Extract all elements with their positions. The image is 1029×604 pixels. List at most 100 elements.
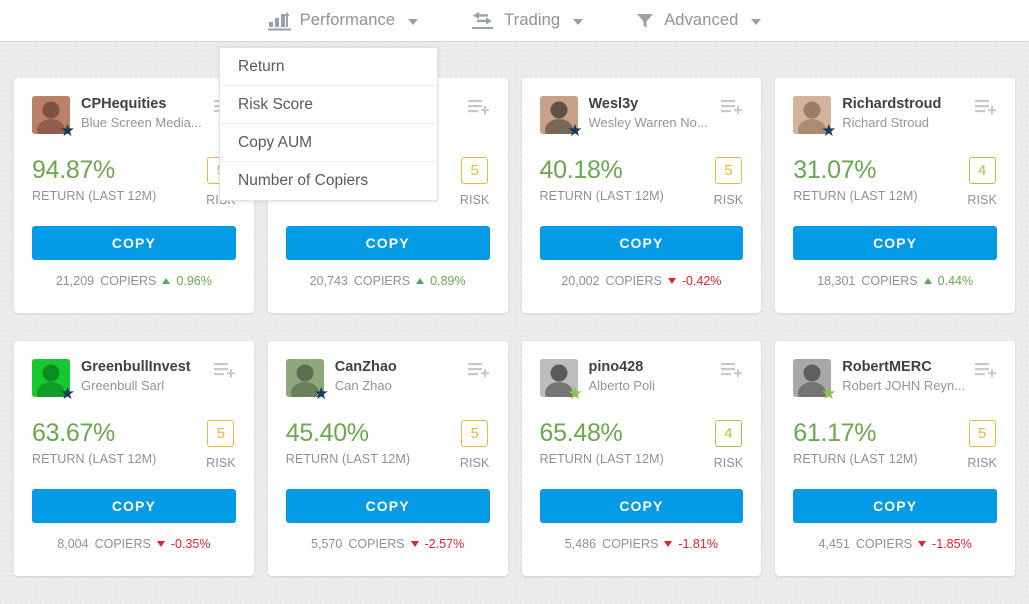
card-header: ★ CanZhao Can Zhao [285,359,490,402]
performance-dropdown-menu: Return Risk Score Copy AUM Number of Cop… [219,47,438,201]
trader-username: CPHequities [81,96,167,112]
avatar[interactable]: ★ [32,359,75,402]
trader-card[interactable]: ★ CanZhao Can Zhao 45.40% RETURN (LAST 1… [267,341,508,576]
trend-up-icon [923,278,932,284]
risk-score-badge: 5 [461,157,489,184]
change-percent: -1.81% [678,537,718,551]
change-percent: 0.44% [937,274,974,288]
list-plus-icon[interactable] [467,98,490,120]
copy-button[interactable]: COPY [32,226,236,260]
trader-username: Richardstroud [842,96,942,112]
menu-item-risk-score[interactable]: Risk Score [220,86,437,124]
trend-down-icon [664,541,673,547]
card-stats: 65.48% RETURN (LAST 12M) 4 RISK [540,419,744,470]
risk-block: 5 RISK [460,156,490,207]
copiers-label: COPIERS [855,537,913,551]
trend-up-icon [162,278,171,284]
trader-username: Wesl3y [588,96,639,112]
card-names: Richardstroud Richard Stroud [842,96,971,131]
copy-button[interactable]: COPY [793,226,997,260]
avatar[interactable]: ★ [793,96,836,139]
list-plus-icon[interactable] [721,361,743,383]
copy-button[interactable]: COPY [285,226,490,260]
filter-trading-label: Trading [504,11,561,29]
trader-username: CanZhao [334,359,397,375]
trader-realname: Robert JOHN Reyn... [842,378,966,393]
copy-button[interactable]: COPY [539,226,744,260]
risk-block: 5 RISK [460,419,490,470]
trader-card[interactable]: ★ Richardstroud Richard Stroud 31.07% RE… [775,78,1015,313]
filter-advanced[interactable]: Advanced [609,0,787,42]
risk-score-badge: 4 [714,420,742,447]
list-plus-icon[interactable] [975,361,997,383]
trader-realname: Wesley Warren No... [588,115,708,130]
copy-button[interactable]: COPY [793,489,997,523]
trader-card[interactable]: ★ pino428 Alberto Poli 65.48% RETURN (LA… [521,341,762,576]
filter-performance-label: Performance [299,11,396,29]
menu-item-copy-aum[interactable]: Copy AUM [220,124,437,162]
risk-label: RISK [459,193,490,207]
trader-realname: Can Zhao [334,378,392,393]
trader-realname: Richard Stroud [842,115,929,130]
trader-card-wrapper: ★ Wesl3y Wesley Warren No... 40.18% RETU… [515,78,769,313]
card-names: RobertMERC Robert JOHN Reyn... [842,359,971,394]
trader-card[interactable]: ★ RobertMERC Robert JOHN Reyn... 61.17% … [775,341,1015,576]
list-plus-icon[interactable] [467,361,490,383]
avatar[interactable]: ★ [285,359,329,402]
risk-block: 4 RISK [967,156,997,207]
trader-realname: Greenbull Sarl [81,378,165,393]
return-block: 63.67% RETURN (LAST 12M) [32,419,206,466]
card-stats: 40.18% RETURN (LAST 12M) 5 RISK [540,156,744,207]
copiers-count: 5,486 [564,537,597,551]
trend-down-icon [918,541,927,547]
return-block: 31.07% RETURN (LAST 12M) [793,156,967,203]
copiers-label: COPIERS [94,537,151,551]
trader-card[interactable]: ★ Wesl3y Wesley Warren No... 40.18% RETU… [521,78,762,313]
risk-block: 5 RISK [206,419,236,470]
risk-score-badge: 5 [714,157,742,184]
return-block: 61.17% RETURN (LAST 12M) [793,419,967,466]
copiers-label: COPIERS [605,274,662,288]
list-plus-icon[interactable] [213,361,236,383]
card-header: ★ Wesl3y Wesley Warren No... [539,96,744,139]
menu-item-return[interactable]: Return [220,48,437,86]
copy-button[interactable]: COPY [32,489,236,523]
card-names: pino428 Alberto Poli [589,359,718,394]
trader-card-wrapper: ★ Richardstroud Richard Stroud 31.07% RE… [768,78,1022,313]
card-header: ★ pino428 Alberto Poli [539,359,744,402]
card-footer: 4,451 COPIERS -1.85% [793,537,997,551]
avatar[interactable]: ★ [32,96,75,139]
return-block: 65.48% RETURN (LAST 12M) [540,419,714,466]
trader-username: pino428 [588,359,644,375]
funnel-filter-icon [635,10,655,31]
card-stats: 31.07% RETURN (LAST 12M) 4 RISK [793,156,997,207]
avatar[interactable]: ★ [539,96,583,139]
copiers-count: 21,209 [55,274,95,288]
verified-star-icon: ★ [821,121,837,140]
trader-card[interactable]: ★ GreenbullInvest Greenbull Sarl 63.67% … [14,341,254,576]
trader-username: GreenbullInvest [81,359,191,375]
card-names: CanZhao Can Zhao [335,359,464,394]
copy-button[interactable]: COPY [539,489,744,523]
card-footer: 5,570 COPIERS -2.57% [286,537,490,551]
risk-score-badge: 5 [968,420,996,447]
trader-card-wrapper: ★ pino428 Alberto Poli 65.48% RETURN (LA… [515,341,769,576]
avatar[interactable]: ★ [539,359,583,402]
filter-performance[interactable]: Performance [242,0,445,42]
menu-item-number-of-copiers[interactable]: Number of Copiers [220,162,437,200]
filter-advanced-label: Advanced [664,11,739,29]
filter-toolbar: Performance Trading Advanced [0,0,1029,42]
list-plus-icon[interactable] [721,98,743,120]
copiers-label: COPIERS [348,537,405,551]
card-header: ★ GreenbullInvest Greenbull Sarl [32,359,236,402]
return-value: 61.17% [793,419,877,447]
copy-button[interactable]: COPY [285,489,490,523]
copiers-count: 20,743 [309,274,348,288]
exchange-arrows-icon [470,10,495,31]
avatar[interactable]: ★ [793,359,836,402]
verified-star-icon: ★ [59,121,76,140]
list-plus-icon[interactable] [975,98,997,120]
filter-trading[interactable]: Trading [444,0,609,42]
verified-star-icon: ★ [821,384,837,403]
trader-card[interactable]: ★ CPHequities Blue Screen Media... 94.87… [14,78,254,313]
